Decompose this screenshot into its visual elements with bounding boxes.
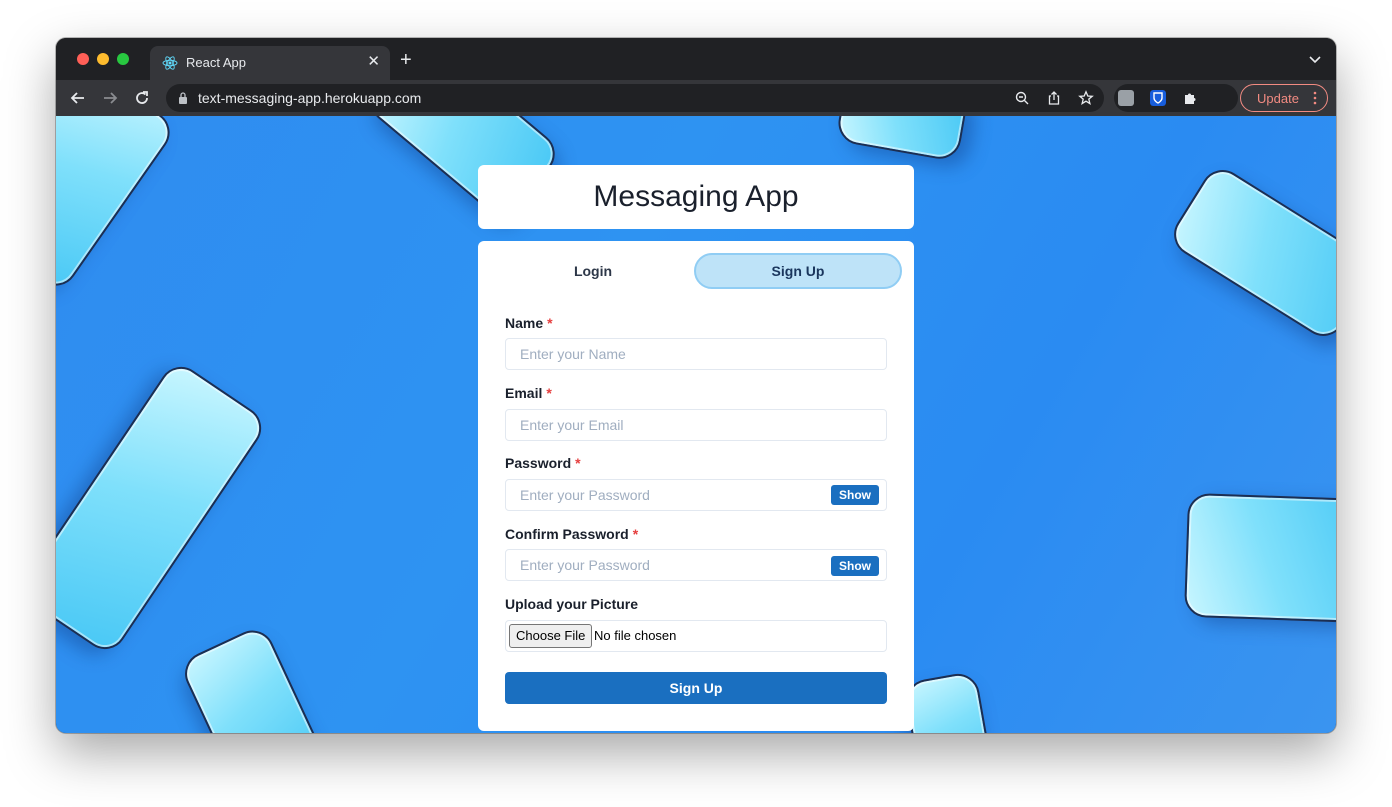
react-icon	[162, 56, 178, 70]
tab-login[interactable]: Login	[490, 253, 696, 289]
password-input[interactable]	[505, 479, 887, 511]
background-phone	[177, 623, 329, 733]
email-label: Email *	[505, 385, 552, 401]
email-input[interactable]	[505, 409, 887, 441]
extensions-area: S	[1114, 84, 1238, 112]
back-arrow-icon[interactable]	[68, 88, 88, 108]
background-phone	[56, 358, 270, 658]
app-title-card: Messaging App	[478, 165, 914, 229]
confirm-password-input[interactable]	[505, 549, 887, 581]
show-confirm-password-button[interactable]: Show	[831, 556, 879, 576]
more-vertical-icon	[1313, 91, 1317, 105]
background-phone	[1183, 492, 1336, 624]
update-button[interactable]: Update	[1240, 84, 1328, 112]
chevron-down-icon[interactable]	[1308, 52, 1322, 66]
address-bar[interactable]: text-messaging-app.herokuapp.com	[166, 84, 1104, 112]
background-phone	[902, 670, 996, 733]
browser-tab[interactable]: React App ✕	[150, 46, 390, 80]
required-mark: *	[546, 385, 552, 401]
tab-sign-up[interactable]: Sign Up	[694, 253, 902, 289]
picture-upload-field[interactable]: Choose File No file chosen	[505, 620, 887, 652]
email-label-text: Email	[505, 385, 543, 401]
extension-icon[interactable]	[1118, 90, 1134, 106]
puzzle-piece-icon[interactable]	[1182, 90, 1198, 106]
tab-title: React App	[186, 55, 246, 70]
shield-icon[interactable]	[1150, 90, 1166, 106]
reload-icon[interactable]	[132, 88, 152, 108]
name-input[interactable]	[505, 338, 887, 370]
password-label: Password *	[505, 455, 581, 471]
confirm-password-label-text: Confirm Password	[505, 526, 629, 542]
maximize-window-button[interactable]	[117, 53, 129, 65]
new-tab-icon[interactable]: +	[400, 50, 412, 70]
share-icon[interactable]	[1046, 90, 1062, 106]
update-label: Update	[1257, 91, 1299, 106]
zoom-out-icon[interactable]	[1014, 90, 1030, 106]
name-label: Name *	[505, 315, 553, 331]
page-title: Messaging App	[593, 180, 799, 213]
confirm-password-label: Confirm Password *	[505, 526, 638, 542]
url-text: text-messaging-app.herokuapp.com	[198, 90, 422, 106]
background-phone	[1165, 161, 1336, 345]
page-viewport: Messaging App Login Sign Up Name* Email*…	[56, 116, 1336, 733]
upload-picture-label: Upload your Picture	[505, 596, 639, 612]
file-status-text: No file chosen	[594, 628, 677, 643]
required-mark: *	[632, 526, 639, 542]
auth-tabs: Login Sign Up	[490, 253, 902, 289]
browser-toolbar: text-messaging-app.herokuapp.com S	[56, 80, 1336, 116]
browser-window: React App ✕ + text-messaging-app.herokua…	[56, 38, 1336, 733]
minimize-window-button[interactable]	[97, 53, 109, 65]
background-phone	[835, 116, 969, 163]
tab-strip: React App ✕ +	[56, 38, 1336, 80]
auth-card: Login Sign Up Name* Email* Password* Sho…	[478, 241, 914, 731]
bookmark-star-icon[interactable]	[1078, 90, 1094, 106]
show-password-button[interactable]: Show	[831, 485, 879, 505]
background-phone	[56, 116, 179, 295]
close-tab-icon[interactable]: ✕	[367, 54, 380, 70]
password-label-text: Password	[505, 455, 572, 471]
forward-arrow-icon[interactable]	[100, 88, 120, 108]
sign-up-submit-button[interactable]: Sign Up	[505, 672, 887, 704]
name-label-text: Name	[505, 315, 544, 331]
required-mark: *	[575, 455, 581, 471]
lock-icon[interactable]	[178, 92, 188, 104]
required-mark: *	[547, 315, 553, 331]
close-window-button[interactable]	[77, 53, 89, 65]
choose-file-button[interactable]: Choose File	[509, 624, 593, 648]
